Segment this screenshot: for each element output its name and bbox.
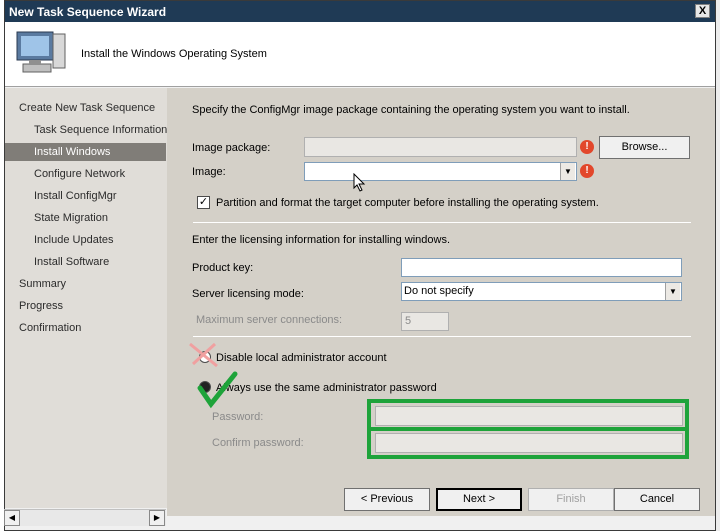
error-icon: ! [580,164,594,178]
password-label: Password: [212,411,264,423]
server-mode-label: Server licensing mode: [192,288,304,300]
nav-item[interactable]: Include Updates [5,231,114,249]
product-key-input[interactable] [401,258,682,277]
wizard-banner: Install the Windows Operating System [5,22,715,87]
error-icon: ! [580,140,594,154]
image-package-label: Image package: [192,142,271,154]
chevron-down-icon[interactable]: ▼ [665,283,680,300]
chevron-down-icon[interactable]: ▼ [560,163,575,180]
nav-item[interactable]: Configure Network [5,165,125,183]
partition-checkbox[interactable]: ✓ [197,196,210,209]
disable-admin-label: Disable local administrator account [216,352,387,364]
server-mode-value: Do not specify [404,285,474,297]
highlight-box [367,427,689,459]
image-dropdown[interactable]: ▼ [304,162,577,181]
server-mode-dropdown[interactable]: Do not specify ▼ [401,282,682,301]
cancel-button[interactable]: Cancel [614,488,700,511]
divider [193,336,691,337]
nav-item[interactable]: Install Windows [5,143,166,161]
finish-button[interactable]: Finish [528,488,614,511]
page-heading: Install the Windows Operating System [81,48,267,60]
nav-item[interactable]: Create New Task Sequence [5,99,155,117]
image-label: Image: [192,166,226,178]
wizard-window: New Task Sequence Wizard X Install the W… [4,0,716,531]
horizontal-scrollbar[interactable]: ◀ ▶ [4,509,166,526]
nav-item[interactable]: Task Sequence Information [5,121,167,139]
window-title: New Task Sequence Wizard [5,1,715,22]
image-package-field[interactable] [304,137,577,157]
product-key-label: Product key: [192,262,254,274]
intro-text: Specify the ConfigMgr image package cont… [192,104,630,116]
max-connections-stepper[interactable]: 5 [401,312,449,331]
checkmark-annotation-icon [197,371,238,409]
chevron-right-icon[interactable]: ▶ [149,510,165,526]
same-password-label: Always use the same administrator passwo… [216,382,437,394]
computer-icon [16,31,66,73]
wizard-content: Specify the ConfigMgr image package cont… [167,88,715,476]
browse-button[interactable]: Browse... [599,136,690,159]
partition-label: Partition and format the target computer… [216,197,599,209]
max-connections-label: Maximum server connections: [196,314,343,326]
wizard-nav: Create New Task Sequence Task Sequence In… [5,88,167,508]
divider [193,222,691,223]
max-connections-value: 5 [405,315,412,327]
confirm-password-label: Confirm password: [212,437,304,449]
cross-out-annotation-icon [189,342,218,368]
close-button[interactable]: X [695,4,710,18]
wizard-footer: < Previous Next > Finish Cancel [167,476,715,516]
nav-item[interactable]: State Migration [5,209,108,227]
nav-item[interactable]: Summary [5,275,66,293]
previous-button[interactable]: < Previous [344,488,430,511]
nav-item[interactable]: Progress [5,297,63,315]
chevron-left-icon[interactable]: ◀ [4,510,20,526]
mouse-cursor-icon [353,173,366,192]
next-button[interactable]: Next > [436,488,522,511]
nav-item[interactable]: Install ConfigMgr [5,187,117,205]
nav-item[interactable]: Confirmation [5,319,81,337]
licensing-intro: Enter the licensing information for inst… [192,234,451,246]
nav-item[interactable]: Install Software [5,253,109,271]
